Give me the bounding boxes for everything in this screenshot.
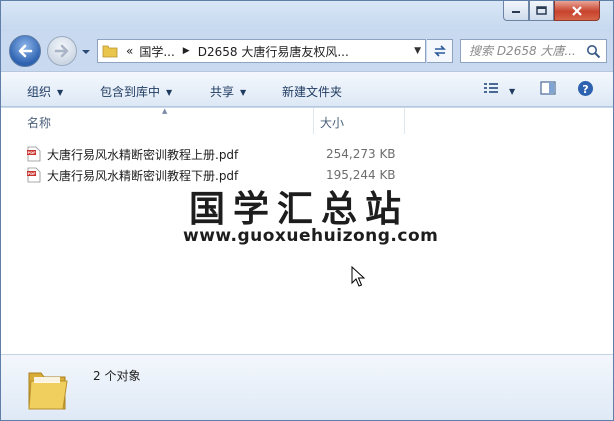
- view-options-button[interactable]: ▼: [483, 81, 515, 98]
- pdf-file-icon: PDF: [27, 146, 41, 162]
- back-arrow-icon: [18, 44, 33, 58]
- chevron-down-icon: ▼: [240, 88, 247, 97]
- watermark-url: www.guoxuehuizong.com: [183, 226, 439, 246]
- help-icon: ?: [578, 81, 593, 96]
- refresh-button[interactable]: [427, 39, 453, 63]
- item-count: 2 个对象: [93, 369, 141, 383]
- command-bar: 组织 ▼ 包含到库中 ▼ 共享 ▼ 新建文件夹 ▼ ?: [1, 71, 613, 107]
- explorer-window: « 国学... ▶ D2658 大唐行易唐友权风... ▼ 组织 ▼ 包含到库中 ▼…: [0, 0, 614, 421]
- new-folder-label: 新建文件夹: [282, 85, 343, 99]
- folder-icon: [28, 372, 68, 410]
- search-input[interactable]: [469, 44, 584, 58]
- forward-button[interactable]: [47, 36, 77, 66]
- chevron-down-icon: [82, 50, 90, 54]
- search-icon[interactable]: [586, 44, 601, 59]
- mouse-pointer-icon: [351, 266, 365, 287]
- watermark-title: 国学汇总站: [189, 189, 410, 230]
- breadcrumb-parent[interactable]: 国学...: [139, 43, 174, 60]
- folder-icon: [102, 45, 118, 58]
- address-bar[interactable]: « 国学... ▶ D2658 大唐行易唐友权风... ▼: [97, 39, 426, 63]
- back-button[interactable]: [9, 35, 41, 67]
- organize-menu[interactable]: 组织 ▼: [27, 83, 63, 100]
- refresh-icon: [433, 45, 446, 57]
- address-overflow-chevron[interactable]: «: [126, 44, 133, 58]
- new-folder-button[interactable]: 新建文件夹: [282, 83, 342, 100]
- close-button[interactable]: [554, 1, 600, 21]
- column-header-size[interactable]: 大小: [320, 114, 344, 131]
- forward-arrow-icon: [54, 44, 69, 58]
- details-pane: 2 个对象: [1, 354, 613, 420]
- preview-pane-button[interactable]: [540, 81, 556, 98]
- svg-text:PDF: PDF: [27, 151, 36, 155]
- share-menu[interactable]: 共享 ▼: [210, 83, 246, 100]
- maximize-button[interactable]: [529, 1, 554, 21]
- help-button[interactable]: ?: [577, 80, 594, 100]
- breadcrumb-separator-icon[interactable]: ▶: [183, 46, 190, 56]
- search-box[interactable]: [460, 39, 607, 63]
- svg-text:PDF: PDF: [27, 172, 36, 176]
- column-divider[interactable]: [313, 108, 314, 134]
- file-size: 254,273 KB: [326, 147, 396, 161]
- minimize-icon: [512, 10, 520, 13]
- column-header-name[interactable]: 名称: [27, 114, 51, 131]
- maximize-icon: [536, 6, 547, 15]
- include-in-library-label: 包含到库中: [100, 85, 161, 99]
- breadcrumb-current[interactable]: D2658 大唐行易唐友权风...: [198, 43, 349, 60]
- include-in-library-menu[interactable]: 包含到库中 ▼: [100, 83, 172, 100]
- file-list[interactable]: ▲ 名称 大小 PDF 大唐行易风水精断密训教程上册.pdf 254,273 K…: [1, 107, 613, 354]
- svg-text:?: ?: [582, 83, 588, 96]
- pdf-file-icon: PDF: [27, 167, 41, 183]
- close-icon: [572, 5, 582, 16]
- file-row[interactable]: PDF 大唐行易风水精断密训教程上册.pdf 254,273 KB: [27, 144, 407, 164]
- view-list-icon: [484, 83, 498, 93]
- recent-pages-dropdown[interactable]: [81, 46, 91, 56]
- preview-pane-icon: [540, 81, 556, 95]
- chevron-down-icon: ▼: [166, 88, 173, 97]
- chevron-down-icon: ▼: [57, 88, 64, 97]
- column-divider[interactable]: [404, 108, 405, 134]
- organize-label: 组织: [27, 85, 52, 99]
- file-name: 大唐行易风水精断密训教程上册.pdf: [47, 147, 239, 162]
- title-bar: [1, 1, 613, 31]
- minimize-button[interactable]: [503, 1, 529, 21]
- chevron-down-icon: ▼: [509, 87, 516, 96]
- address-dropdown-icon[interactable]: ▼: [414, 46, 421, 56]
- share-label: 共享: [210, 85, 235, 99]
- sort-ascending-icon: ▲: [162, 107, 168, 115]
